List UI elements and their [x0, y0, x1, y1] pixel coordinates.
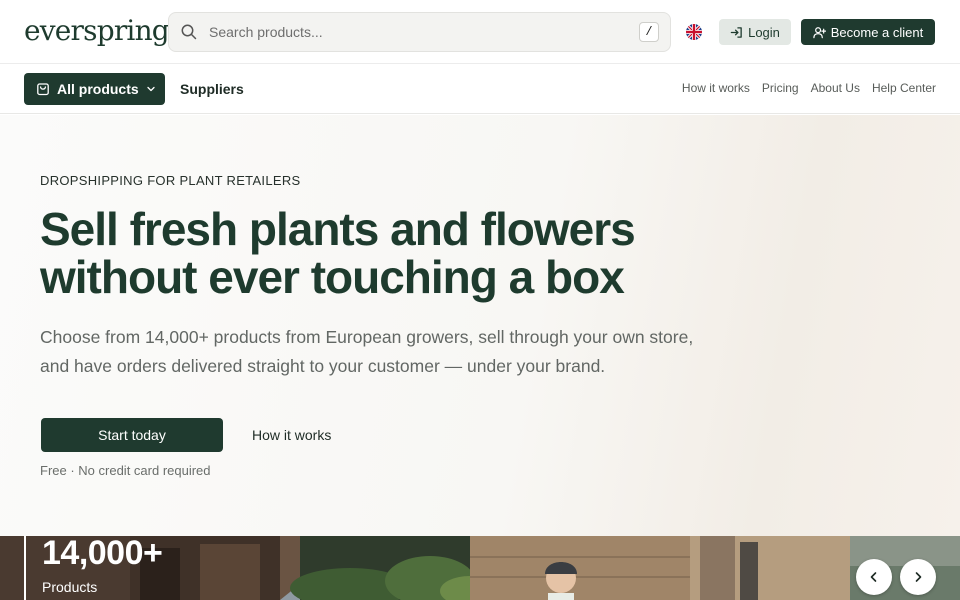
stat-label: Products: [42, 579, 98, 595]
hero-photo-carousel: 14,000+ Products: [0, 536, 960, 600]
search-icon: [181, 24, 197, 40]
become-client-label: Become a client: [830, 24, 924, 40]
all-products-button[interactable]: All products: [24, 73, 165, 105]
chevron-right-icon: [915, 572, 922, 582]
chevron-left-icon: [870, 572, 877, 582]
nav-how-it-works[interactable]: How it works: [682, 81, 750, 95]
hero-headline-line-1: Sell fresh plants and flowers: [40, 203, 636, 255]
login-icon: [730, 26, 742, 38]
search-input[interactable]: [209, 21, 629, 43]
how-it-works-link[interactable]: How it works: [252, 427, 331, 443]
search-bar[interactable]: /: [168, 12, 671, 52]
become-client-button[interactable]: Become a client: [801, 19, 935, 45]
logo[interactable]: everspring: [24, 13, 170, 49]
carousel-next-button[interactable]: [900, 559, 936, 595]
nav-about-us[interactable]: About Us: [811, 81, 860, 95]
top-header: everspring / Login: [0, 0, 960, 64]
user-plus-icon: [813, 26, 826, 38]
hero-section: DROPSHIPPING FOR PLANT RETAILERS Sell fr…: [0, 115, 960, 536]
all-products-label: All products: [57, 81, 139, 97]
nav-pricing[interactable]: Pricing: [762, 81, 799, 95]
stat-value: 14,000+: [42, 536, 163, 572]
carousel-prev-button[interactable]: [856, 559, 892, 595]
chevron-down-icon: [147, 86, 155, 92]
start-today-button[interactable]: Start today: [41, 418, 223, 452]
hero-headline-line-2: without ever touching a box: [40, 251, 625, 303]
shopping-bag-icon: [37, 83, 49, 96]
login-button[interactable]: Login: [719, 19, 791, 45]
hero-headline: Sell fresh plants and flowers without ev…: [40, 205, 740, 301]
hero-subtext: Choose from 14,000+ products from Europe…: [40, 327, 694, 376]
stat-divider: [24, 536, 26, 600]
login-label: Login: [748, 24, 780, 40]
uk-flag-icon[interactable]: [686, 24, 702, 40]
hero-note: Free · No credit card required: [40, 463, 211, 478]
secondary-nav: All products Suppliers How it works Pric…: [0, 65, 960, 114]
search-shortcut-key: /: [639, 22, 659, 42]
nav-help-center[interactable]: Help Center: [872, 81, 936, 95]
info-links: How it works Pricing About Us Help Cente…: [682, 81, 936, 95]
hero-eyebrow: DROPSHIPPING FOR PLANT RETAILERS: [40, 173, 301, 188]
suppliers-link[interactable]: Suppliers: [180, 81, 244, 97]
